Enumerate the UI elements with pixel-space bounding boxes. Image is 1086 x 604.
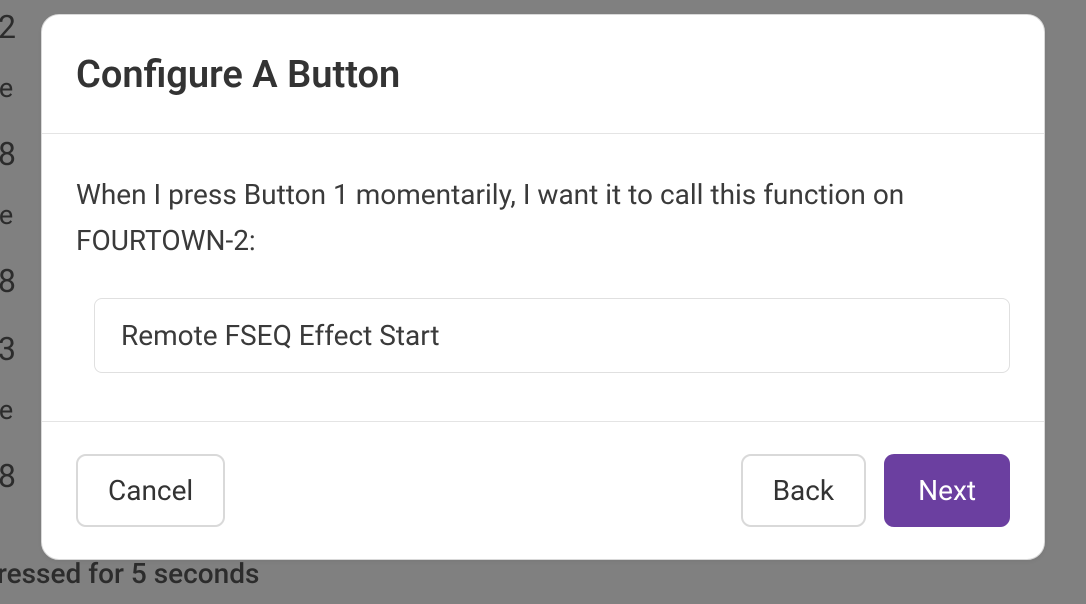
back-button[interactable]: Back <box>741 454 867 527</box>
prompt-text: When I press Button 1 momentarily, I wan… <box>76 172 1010 264</box>
next-button[interactable]: Next <box>884 454 1010 527</box>
footer-right-group: Back Next <box>741 454 1010 527</box>
configure-button-modal: Configure A Button When I press Button 1… <box>41 14 1045 560</box>
modal-overlay: Configure A Button When I press Button 1… <box>0 0 1086 604</box>
modal-footer: Cancel Back Next <box>42 421 1044 559</box>
function-select[interactable]: Remote FSEQ Effect Start <box>94 298 1010 373</box>
modal-body: When I press Button 1 momentarily, I wan… <box>42 134 1044 421</box>
modal-title: Configure A Button <box>76 53 1010 97</box>
modal-header: Configure A Button <box>42 15 1044 134</box>
cancel-button[interactable]: Cancel <box>76 454 225 527</box>
